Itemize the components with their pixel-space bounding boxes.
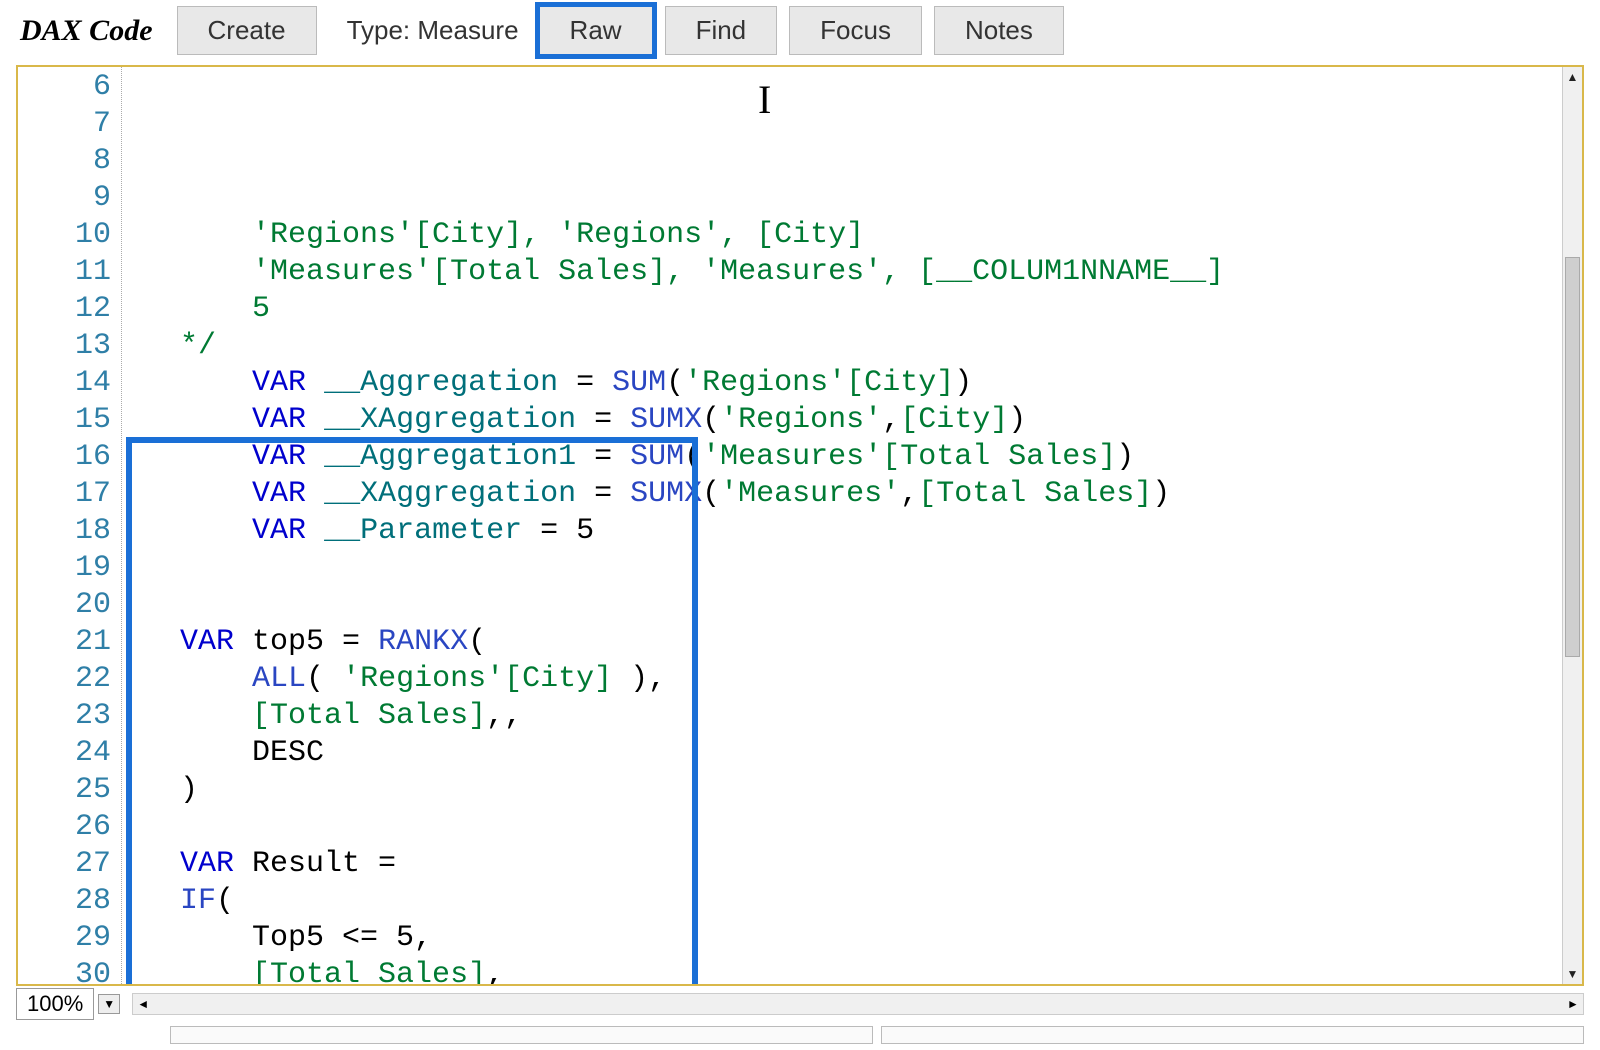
scroll-right-arrow-icon[interactable]: ► <box>1563 994 1583 1014</box>
code-line[interactable]: VAR Result = <box>126 846 1562 883</box>
bottom-panels <box>0 1024 1600 1050</box>
line-number: 9 <box>22 180 111 217</box>
line-number: 22 <box>22 661 111 698</box>
line-number: 28 <box>22 883 111 920</box>
line-number: 26 <box>22 809 111 846</box>
horizontal-scrollbar[interactable]: ◄ ► <box>132 993 1584 1015</box>
status-bar: 100% ▼ ◄ ► <box>0 986 1600 1024</box>
line-number: 10 <box>22 217 111 254</box>
focus-button[interactable]: Focus <box>789 6 922 55</box>
code-line[interactable]: VAR __Parameter = 5 <box>126 513 1562 550</box>
line-number: 19 <box>22 550 111 587</box>
line-number: 14 <box>22 365 111 402</box>
line-number: 12 <box>22 291 111 328</box>
code-line[interactable]: [Total Sales], <box>126 957 1562 984</box>
zoom-value[interactable]: 100% <box>16 988 94 1020</box>
raw-button[interactable]: Raw <box>539 6 653 55</box>
code-line[interactable] <box>126 587 1562 624</box>
scroll-left-arrow-icon[interactable]: ◄ <box>133 994 153 1014</box>
scroll-up-arrow-icon[interactable]: ▲ <box>1563 67 1582 87</box>
line-number-gutter: 6789101112131415161718192021222324252627… <box>22 67 122 984</box>
code-editor[interactable]: 6789101112131415161718192021222324252627… <box>16 65 1584 986</box>
code-line[interactable] <box>126 809 1562 846</box>
code-line[interactable]: 'Regions'[City], 'Regions', [City] <box>126 217 1562 254</box>
bottom-slot-2 <box>881 1026 1584 1044</box>
line-number: 21 <box>22 624 111 661</box>
type-label: Type: Measure <box>329 15 527 46</box>
code-line[interactable]: VAR top5 = RANKX( <box>126 624 1562 661</box>
scrollbar-thumb[interactable] <box>1565 257 1580 657</box>
line-number: 11 <box>22 254 111 291</box>
code-line[interactable]: 'Measures'[Total Sales], 'Measures', [__… <box>126 254 1562 291</box>
line-number: 16 <box>22 439 111 476</box>
find-button[interactable]: Find <box>665 6 778 55</box>
line-number: 17 <box>22 476 111 513</box>
code-line[interactable]: IF( <box>126 883 1562 920</box>
app-title: DAX Code <box>20 14 153 48</box>
notes-button[interactable]: Notes <box>934 6 1064 55</box>
line-number: 20 <box>22 587 111 624</box>
app-root: DAX Code Create Type: Measure Raw Find F… <box>0 0 1600 1050</box>
code-line[interactable]: Top5 <= 5, <box>126 920 1562 957</box>
vertical-scrollbar[interactable]: ▲ ▼ <box>1562 67 1582 984</box>
code-line[interactable] <box>126 550 1562 587</box>
line-number: 6 <box>22 69 111 106</box>
line-number: 13 <box>22 328 111 365</box>
text-cursor-icon: I <box>758 81 771 118</box>
zoom-dropdown-icon[interactable]: ▼ <box>98 994 120 1014</box>
line-number: 18 <box>22 513 111 550</box>
line-number: 25 <box>22 772 111 809</box>
code-line[interactable]: 5 <box>126 291 1562 328</box>
line-number: 24 <box>22 735 111 772</box>
bottom-slot-1 <box>170 1026 873 1044</box>
create-button[interactable]: Create <box>177 6 317 55</box>
line-number: 8 <box>22 143 111 180</box>
line-number: 30 <box>22 957 111 986</box>
code-line[interactable]: VAR __Aggregation1 = SUM('Measures'[Tota… <box>126 439 1562 476</box>
line-number: 7 <box>22 106 111 143</box>
code-line[interactable]: [Total Sales],, <box>126 698 1562 735</box>
scroll-down-arrow-icon[interactable]: ▼ <box>1563 964 1582 984</box>
code-line[interactable]: VAR __Aggregation = SUM('Regions'[City]) <box>126 365 1562 402</box>
code-line[interactable]: VAR __XAggregation = SUMX('Regions',[Cit… <box>126 402 1562 439</box>
code-line[interactable]: ALL( 'Regions'[City] ), <box>126 661 1562 698</box>
code-line[interactable]: DESC <box>126 735 1562 772</box>
code-line[interactable]: */ <box>126 328 1562 365</box>
code-line[interactable]: ) <box>126 772 1562 809</box>
line-number: 29 <box>22 920 111 957</box>
code-area[interactable]: I 'Regions'[City], 'Regions', [City] 'Me… <box>126 67 1562 984</box>
line-number: 27 <box>22 846 111 883</box>
line-number: 23 <box>22 698 111 735</box>
toolbar: DAX Code Create Type: Measure Raw Find F… <box>0 0 1600 61</box>
code-line[interactable]: VAR __XAggregation = SUMX('Measures',[To… <box>126 476 1562 513</box>
line-number: 15 <box>22 402 111 439</box>
